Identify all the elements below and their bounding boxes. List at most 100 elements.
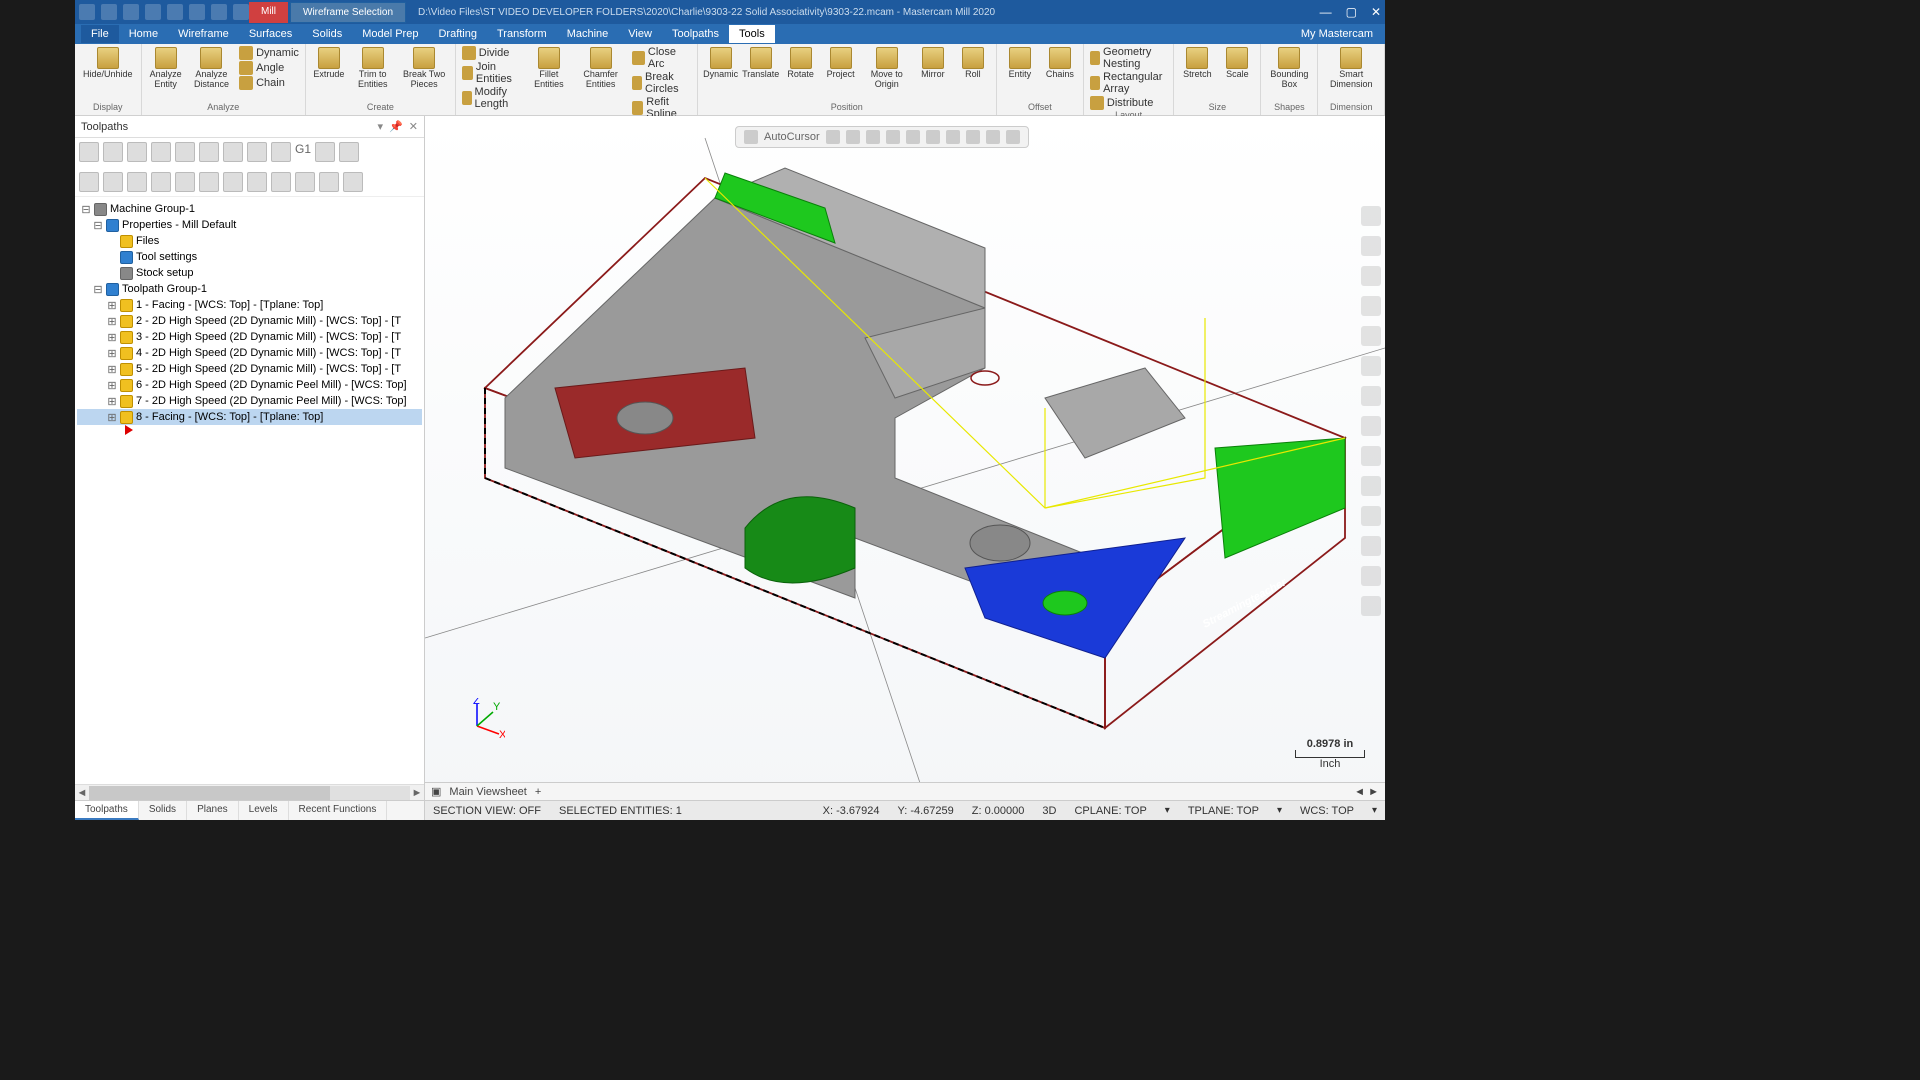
tree-machine-group[interactable]: Machine Group-1 — [110, 203, 195, 215]
paste-icon[interactable] — [189, 4, 205, 20]
tree-tool-settings[interactable]: Tool settings — [136, 251, 197, 263]
snap-icon[interactable] — [926, 130, 940, 144]
qm-icon[interactable] — [1361, 446, 1381, 466]
angle-button[interactable]: Angle — [239, 61, 299, 75]
my-mastercam-link[interactable]: My Mastercam — [1301, 28, 1379, 40]
break-button[interactable]: Break Two Pieces — [400, 46, 449, 91]
new-icon[interactable] — [79, 4, 95, 20]
tree-op[interactable]: 6 - 2D High Speed (2D Dynamic Peel Mill)… — [136, 379, 407, 391]
btab-toolpaths[interactable]: Toolpaths — [75, 801, 139, 820]
context-tab-wireframe[interactable]: Wireframe Selection — [290, 2, 406, 23]
project-button[interactable]: Project — [824, 46, 858, 81]
snap-icon[interactable] — [946, 130, 960, 144]
operations-tree[interactable]: ⊟Machine Group-1 ⊟Properties - Mill Defa… — [75, 197, 424, 784]
qm-icon[interactable] — [1361, 356, 1381, 376]
analyze-distance-button[interactable]: Analyze Distance — [190, 46, 233, 91]
tab-wireframe[interactable]: Wireframe — [168, 25, 239, 43]
modify-length-button[interactable]: Modify Length — [462, 86, 523, 110]
qm-icon[interactable] — [1361, 386, 1381, 406]
status-wcs[interactable]: WCS: TOP — [1300, 805, 1354, 817]
close-arc-button[interactable]: Close Arc — [632, 46, 690, 70]
tp-icon[interactable] — [151, 142, 171, 162]
snap-icon[interactable] — [986, 130, 1000, 144]
tp-icon[interactable] — [103, 142, 123, 162]
trim-button[interactable]: Trim to Entities — [352, 46, 394, 91]
close-button[interactable]: ✕ — [1371, 5, 1381, 19]
status-tplane[interactable]: TPLANE: TOP — [1188, 805, 1259, 817]
qm-icon[interactable] — [1361, 296, 1381, 316]
bounding-box-button[interactable]: Bounding Box — [1267, 46, 1311, 91]
viewsheet-add[interactable]: + — [535, 786, 541, 798]
tab-tools[interactable]: Tools — [729, 25, 775, 43]
qm-icon[interactable] — [1361, 596, 1381, 616]
btab-solids[interactable]: Solids — [139, 801, 187, 820]
tree-op[interactable]: 5 - 2D High Speed (2D Dynamic Mill) - [W… — [136, 363, 401, 375]
divide-button[interactable]: Divide — [462, 46, 523, 60]
viewsheet-nav[interactable]: ◄ ► — [1354, 786, 1379, 798]
tp-icon[interactable] — [175, 142, 195, 162]
smart-dimension-button[interactable]: Smart Dimension — [1324, 46, 1378, 91]
snap-icon[interactable] — [906, 130, 920, 144]
tp-icon[interactable] — [315, 142, 335, 162]
tab-modelprep[interactable]: Model Prep — [352, 25, 428, 43]
snap-icon[interactable] — [886, 130, 900, 144]
tp-icon[interactable] — [79, 142, 99, 162]
tp-icon[interactable] — [339, 142, 359, 162]
tab-home[interactable]: Home — [119, 25, 168, 43]
tp-icon[interactable] — [223, 172, 243, 192]
tp-icon[interactable] — [271, 172, 291, 192]
tab-machine[interactable]: Machine — [557, 25, 619, 43]
tp-icon[interactable] — [127, 142, 147, 162]
insert-arrow-icon[interactable] — [125, 425, 133, 435]
scale-button[interactable]: Scale — [1220, 46, 1254, 81]
tp-icon[interactable] — [295, 172, 315, 192]
maximize-button[interactable]: ▢ — [1346, 5, 1357, 19]
tp-icon[interactable] — [343, 172, 363, 192]
qm-icon[interactable] — [1361, 506, 1381, 526]
qm-icon[interactable] — [1361, 536, 1381, 556]
move-origin-button[interactable]: Move to Origin — [864, 46, 910, 91]
status-mode[interactable]: 3D — [1042, 805, 1056, 817]
tp-icon[interactable] — [127, 172, 147, 192]
extrude-button[interactable]: Extrude — [312, 46, 346, 81]
nesting-button[interactable]: Geometry Nesting — [1090, 46, 1168, 70]
tp-icon[interactable] — [175, 172, 195, 192]
tp-icon[interactable] — [199, 172, 219, 192]
dynamic-button[interactable]: Dynamic — [239, 46, 299, 60]
qm-icon[interactable] — [1361, 266, 1381, 286]
distribute-button[interactable]: Distribute — [1090, 96, 1168, 110]
tree-properties[interactable]: Properties - Mill Default — [122, 219, 236, 231]
tree-op-selected[interactable]: 8 - Facing - [WCS: Top] - [Tplane: Top] — [136, 411, 323, 423]
tree-stock-setup[interactable]: Stock setup — [136, 267, 193, 279]
tab-toolpaths[interactable]: Toolpaths — [662, 25, 729, 43]
graphics-viewport[interactable]: AutoCursor — [425, 116, 1385, 820]
snap-icon[interactable] — [1006, 130, 1020, 144]
join-button[interactable]: Join Entities — [462, 61, 523, 85]
qm-icon[interactable] — [1361, 236, 1381, 256]
break-circles-button[interactable]: Break Circles — [632, 71, 690, 95]
tree-scrollbar[interactable]: ◄► — [75, 784, 424, 800]
snap-icon[interactable] — [966, 130, 980, 144]
print-icon[interactable] — [145, 4, 161, 20]
translate-button[interactable]: Translate — [744, 46, 778, 81]
tp-icon[interactable] — [247, 172, 267, 192]
chamfer-button[interactable]: Chamfer Entities — [575, 46, 626, 91]
tree-op[interactable]: 7 - 2D High Speed (2D Dynamic Peel Mill)… — [136, 395, 407, 407]
undo-icon[interactable] — [211, 4, 227, 20]
viewsheet-main[interactable]: Main Viewsheet — [449, 786, 526, 798]
tp-icon[interactable] — [103, 172, 123, 192]
minimize-button[interactable]: — — [1320, 5, 1332, 19]
tab-transform[interactable]: Transform — [487, 25, 557, 43]
tab-file[interactable]: File — [81, 25, 119, 43]
btab-levels[interactable]: Levels — [239, 801, 289, 820]
tab-view[interactable]: View — [618, 25, 662, 43]
panel-pin-icon[interactable]: 📌 — [389, 120, 403, 133]
tree-op[interactable]: 1 - Facing - [WCS: Top] - [Tplane: Top] — [136, 299, 323, 311]
autocursor-icon[interactable] — [744, 130, 758, 144]
tp-icon[interactable] — [223, 142, 243, 162]
qm-icon[interactable] — [1361, 476, 1381, 496]
status-section[interactable]: SECTION VIEW: OFF — [433, 805, 541, 817]
panel-dropdown-icon[interactable]: ▾ — [378, 120, 384, 133]
mirror-button[interactable]: Mirror — [916, 46, 950, 81]
tp-icon[interactable] — [319, 172, 339, 192]
